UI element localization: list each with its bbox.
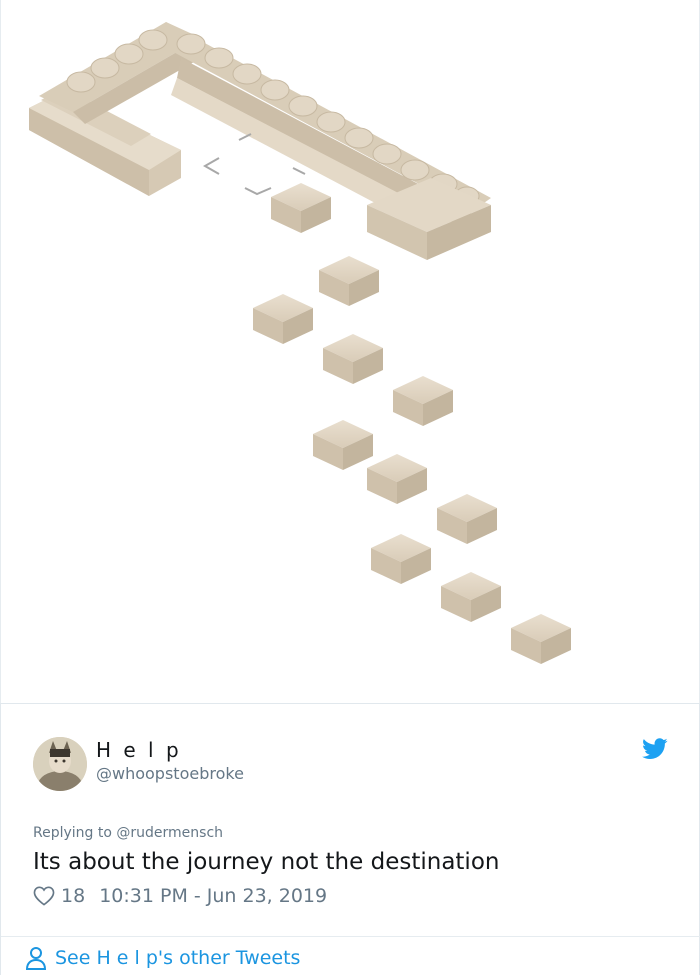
avatar[interactable] <box>33 737 87 791</box>
avatar-image <box>33 737 87 791</box>
timestamp[interactable]: 10:31 PM - Jun 23, 2019 <box>99 885 327 907</box>
ottomans <box>253 183 571 664</box>
like-count[interactable]: 18 <box>61 885 85 907</box>
reply-mention[interactable]: @rudermensch <box>116 825 223 841</box>
see-other-tweets-label[interactable]: See H e l p's other Tweets <box>55 947 300 969</box>
sectional-sofa-illustration <box>29 22 571 664</box>
attached-image[interactable] <box>0 0 700 703</box>
tweet-meta: 18 10:31 PM - Jun 23, 2019 <box>33 884 327 908</box>
tweet-text: Its about the journey not the destinatio… <box>33 849 500 875</box>
display-name[interactable]: H e l p <box>96 738 182 762</box>
reply-prefix: Replying to <box>33 825 112 841</box>
person-icon <box>25 947 47 970</box>
see-other-tweets-link[interactable]: See H e l p's other Tweets <box>25 946 300 970</box>
reply-context: Replying to @rudermensch <box>33 825 223 841</box>
user-handle[interactable]: @whoopstoebroke <box>96 764 244 783</box>
twitter-bird-icon[interactable] <box>642 738 668 760</box>
divider <box>1 936 700 937</box>
tweet-card[interactable]: H e l p @whoopstoebroke Replying to @rud… <box>0 703 700 975</box>
heart-icon[interactable] <box>33 886 55 906</box>
